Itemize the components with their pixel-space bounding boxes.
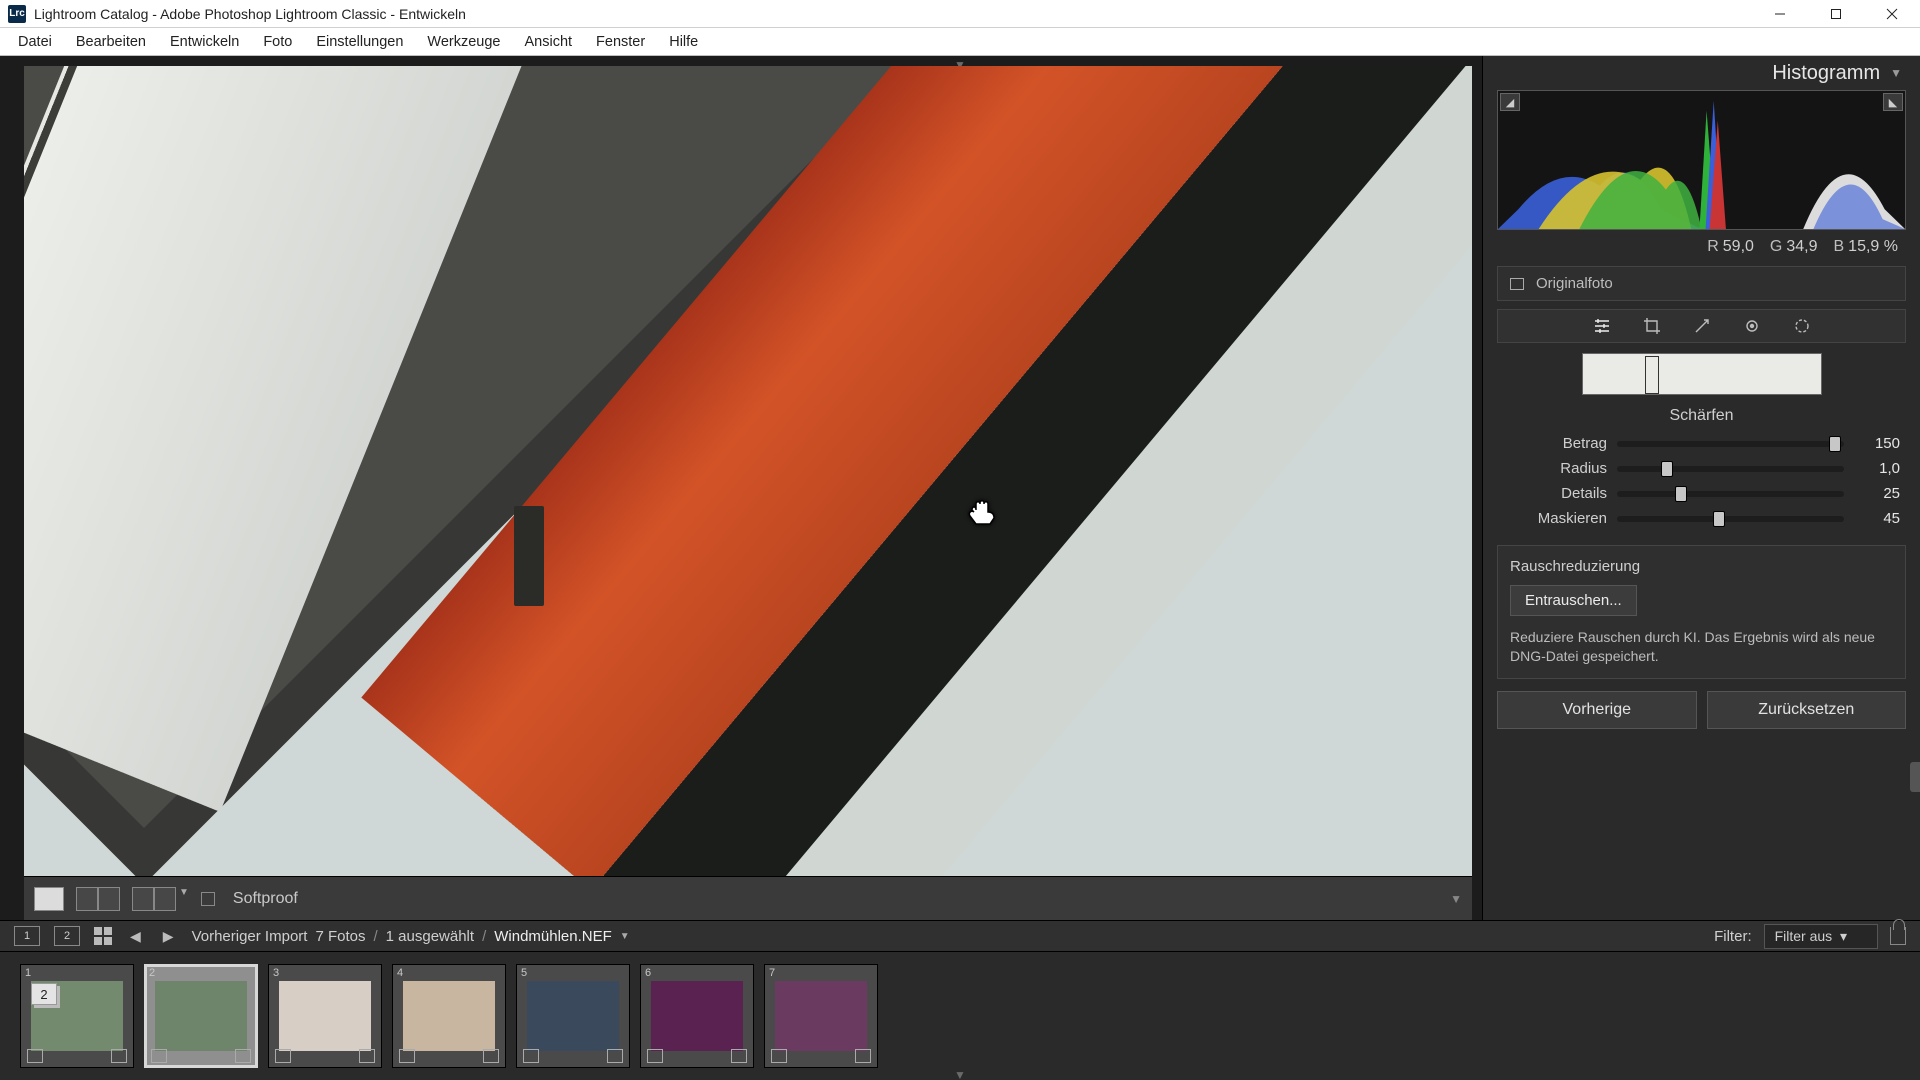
thumbnail-5[interactable]: 5: [516, 964, 630, 1068]
softproof-checkbox[interactable]: [201, 892, 215, 906]
menu-entwickeln[interactable]: Entwickeln: [158, 30, 251, 54]
main-display-button[interactable]: 1: [14, 926, 40, 946]
detail-zoom-thumbnail[interactable]: [1582, 353, 1822, 395]
format-badge-icon: [111, 1049, 127, 1063]
flag-badge-icon: [523, 1049, 539, 1063]
maximize-button[interactable]: [1808, 0, 1864, 28]
thumbnail-6[interactable]: 6: [640, 964, 754, 1068]
healing-tool[interactable]: [1691, 315, 1713, 337]
filter-select[interactable]: Filter aus ▾: [1764, 924, 1878, 949]
format-badge-icon: [235, 1049, 251, 1063]
swap-before-button[interactable]: [132, 887, 154, 911]
format-badge-icon: [359, 1049, 375, 1063]
minimize-button[interactable]: [1752, 0, 1808, 28]
window-title: Lightroom Catalog - Adobe Photoshop Ligh…: [34, 6, 466, 22]
sharpen-section-title: Schärfen: [1483, 401, 1920, 431]
copy-before-button[interactable]: [154, 887, 176, 911]
menu-ansicht[interactable]: Ansicht: [512, 30, 584, 54]
format-badge-icon: [483, 1049, 499, 1063]
rgb-readout: R59,0 G34,9 B15,9 %: [1483, 230, 1920, 262]
menu-einstellungen[interactable]: Einstellungen: [304, 30, 415, 54]
slider-value-detail: 25: [1854, 485, 1900, 502]
second-display-button[interactable]: 2: [54, 926, 80, 946]
menu-bearbeiten[interactable]: Bearbeiten: [64, 30, 158, 54]
softproof-label: Softproof: [233, 890, 298, 908]
slider-amount[interactable]: [1617, 441, 1844, 447]
nav-forward-icon[interactable]: ▶: [159, 928, 178, 945]
format-badge-icon: [731, 1049, 747, 1063]
noise-reduction-title: Rauschreduzierung: [1510, 558, 1893, 575]
collapse-bottom-icon[interactable]: ▼: [954, 1068, 966, 1080]
flag-badge-icon: [647, 1049, 663, 1063]
thumbnail-7[interactable]: 7: [764, 964, 878, 1068]
filter-lock-icon[interactable]: [1890, 927, 1906, 945]
slider-label-detail: Details: [1499, 485, 1607, 502]
nav-back-icon[interactable]: ◀: [126, 928, 145, 945]
thumbnail-1[interactable]: 12: [20, 964, 134, 1068]
menu-bar: DateiBearbeitenEntwickelnFotoEinstellung…: [0, 28, 1920, 56]
format-badge-icon: [607, 1049, 623, 1063]
redeye-tool[interactable]: [1741, 315, 1763, 337]
slider-label-amount: Betrag: [1499, 435, 1607, 452]
edit-sliders-tool[interactable]: [1591, 315, 1613, 337]
image-canvas[interactable]: [24, 66, 1472, 876]
menu-hilfe[interactable]: Hilfe: [657, 30, 710, 54]
denoise-description: Reduziere Rauschen durch KI. Das Ergebni…: [1510, 628, 1893, 666]
histogram-collapse-icon[interactable]: ▼: [1890, 66, 1902, 80]
filter-label: Filter:: [1714, 928, 1752, 945]
slider-label-mask: Maskieren: [1499, 510, 1607, 527]
slider-label-radius: Radius: [1499, 460, 1607, 477]
slider-value-amount: 150: [1854, 435, 1900, 452]
crop-tool[interactable]: [1641, 315, 1663, 337]
grid-view-icon[interactable]: [94, 927, 112, 945]
before-after-lr-button[interactable]: [76, 887, 98, 911]
original-photo-icon: [1510, 278, 1524, 290]
thumbnail-3[interactable]: 3: [268, 964, 382, 1068]
slider-radius[interactable]: [1617, 466, 1844, 472]
thumbnail-2[interactable]: 2: [144, 964, 258, 1068]
toolbar-menu-icon[interactable]: ▼: [1450, 892, 1462, 906]
previous-button[interactable]: Vorherige: [1497, 691, 1697, 729]
reset-button[interactable]: Zurücksetzen: [1707, 691, 1907, 729]
chevron-down-icon[interactable]: ▼: [179, 887, 189, 911]
slider-value-mask: 45: [1854, 510, 1900, 527]
thumbnail-4[interactable]: 4: [392, 964, 506, 1068]
right-panel-collapse-handle[interactable]: [1910, 762, 1920, 792]
filmstrip-breadcrumb[interactable]: Vorheriger Import 7 Fotos/ 1 ausgewählt/…: [192, 928, 630, 945]
slider-detail[interactable]: [1617, 491, 1844, 497]
original-photo-toggle[interactable]: Originalfoto: [1497, 266, 1906, 301]
masking-tool[interactable]: [1791, 315, 1813, 337]
flag-badge-icon: [771, 1049, 787, 1063]
menu-foto[interactable]: Foto: [251, 30, 304, 54]
histogram[interactable]: ◢ ◣: [1497, 90, 1906, 230]
menu-fenster[interactable]: Fenster: [584, 30, 657, 54]
flag-badge-icon: [27, 1049, 43, 1063]
menu-datei[interactable]: Datei: [6, 30, 64, 54]
shadow-clip-indicator[interactable]: ◢: [1500, 93, 1520, 111]
hand-cursor-icon: [966, 496, 1002, 526]
close-button[interactable]: [1864, 0, 1920, 28]
histogram-title[interactable]: Histogramm: [1772, 62, 1880, 85]
flag-badge-icon: [399, 1049, 415, 1063]
slider-mask[interactable]: [1617, 516, 1844, 522]
stack-badge[interactable]: 2: [31, 983, 57, 1005]
flag-badge-icon: [151, 1049, 167, 1063]
app-icon: Lrc: [8, 5, 26, 23]
format-badge-icon: [855, 1049, 871, 1063]
menu-werkzeuge[interactable]: Werkzeuge: [415, 30, 512, 54]
highlight-clip-indicator[interactable]: ◣: [1883, 93, 1903, 111]
before-after-tb-button[interactable]: [98, 887, 120, 911]
denoise-button[interactable]: Entrauschen...: [1510, 585, 1637, 616]
flag-badge-icon: [275, 1049, 291, 1063]
loupe-view-button[interactable]: [34, 887, 64, 911]
slider-value-radius: 1,0: [1854, 460, 1900, 477]
